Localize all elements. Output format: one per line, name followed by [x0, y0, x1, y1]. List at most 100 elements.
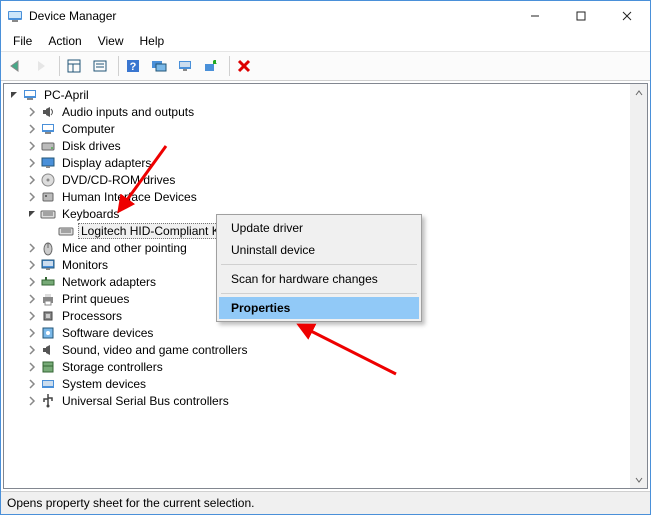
- tree-item-label: Disk drives: [60, 139, 123, 153]
- disk-icon: [40, 138, 56, 154]
- tree-item-label: PC-April: [42, 88, 91, 102]
- tree-category-computer[interactable]: Computer: [6, 120, 647, 137]
- context-menu-uninstall-device[interactable]: Uninstall device: [219, 239, 419, 261]
- tree-category-usb[interactable]: Universal Serial Bus controllers: [6, 392, 647, 409]
- tree-category-dvd[interactable]: DVD/CD-ROM drives: [6, 171, 647, 188]
- toolbar-separator: [229, 56, 230, 76]
- menubar: FileActionViewHelp: [1, 31, 650, 52]
- tree-category-sw[interactable]: Software devices: [6, 324, 647, 341]
- tree-category-disk[interactable]: Disk drives: [6, 137, 647, 154]
- menu-action[interactable]: Action: [40, 32, 89, 50]
- expander-none: [42, 223, 58, 239]
- menu-view[interactable]: View: [90, 32, 132, 50]
- statusbar: Opens property sheet for the current sel…: [1, 491, 650, 514]
- properties-icon: [92, 58, 108, 74]
- expander-closed-icon[interactable]: [24, 104, 40, 120]
- context-menu-separator: [221, 264, 417, 265]
- tree-item-label: Print queues: [60, 292, 131, 306]
- titlebar: Device Manager: [1, 1, 650, 31]
- toolbar-properties-button[interactable]: [90, 54, 114, 78]
- toolbar-help-button[interactable]: ?: [123, 54, 147, 78]
- keyboard-icon: [40, 206, 56, 222]
- toolbar-monitors-button[interactable]: [149, 54, 173, 78]
- expander-closed-icon[interactable]: [24, 189, 40, 205]
- context-menu-separator: [221, 293, 417, 294]
- computers-icon: [177, 58, 193, 74]
- tree-category-system[interactable]: System devices: [6, 375, 647, 392]
- expander-closed-icon[interactable]: [24, 291, 40, 307]
- tree-item-label: Human Interface Devices: [60, 190, 199, 204]
- expander-closed-icon[interactable]: [24, 155, 40, 171]
- tree-item-label: System devices: [60, 377, 148, 391]
- display-icon: [40, 155, 56, 171]
- toolbar-install-button[interactable]: [201, 54, 225, 78]
- tree-category-storage[interactable]: Storage controllers: [6, 358, 647, 375]
- monitor-icon: [40, 257, 56, 273]
- context-menu-label: Properties: [231, 301, 290, 315]
- tree-item-label: Universal Serial Bus controllers: [60, 394, 231, 408]
- tree-item-label: Processors: [60, 309, 124, 323]
- cpu-icon: [40, 308, 56, 324]
- context-menu-label: Uninstall device: [231, 243, 315, 257]
- expander-closed-icon[interactable]: [24, 376, 40, 392]
- context-menu-label: Scan for hardware changes: [231, 272, 378, 286]
- scrollbar[interactable]: [630, 84, 647, 488]
- tree-category-sound[interactable]: Sound, video and game controllers: [6, 341, 647, 358]
- toolbar-back-button[interactable]: [5, 54, 29, 78]
- tree-item-label: Monitors: [60, 258, 110, 272]
- tree-item-label: DVD/CD-ROM drives: [60, 173, 177, 187]
- toolbar-computers-button[interactable]: [175, 54, 199, 78]
- expander-closed-icon[interactable]: [24, 274, 40, 290]
- tree-item-label: Storage controllers: [60, 360, 165, 374]
- pc-icon: [40, 121, 56, 137]
- menu-file[interactable]: File: [5, 32, 40, 50]
- tree-category-display[interactable]: Display adapters: [6, 154, 647, 171]
- expander-closed-icon[interactable]: [24, 138, 40, 154]
- window-controls: [512, 1, 650, 31]
- toolbar-delete-button[interactable]: [234, 54, 258, 78]
- expander-closed-icon[interactable]: [24, 342, 40, 358]
- speaker-icon: [40, 104, 56, 120]
- expander-closed-icon[interactable]: [24, 325, 40, 341]
- expander-closed-icon[interactable]: [24, 308, 40, 324]
- usb-icon: [40, 393, 56, 409]
- expander-closed-icon[interactable]: [24, 359, 40, 375]
- scroll-down-button[interactable]: [630, 471, 647, 488]
- toolbar-show-panel-button[interactable]: [64, 54, 88, 78]
- tree-item-label: Mice and other pointing: [60, 241, 189, 255]
- context-menu: Update driver Uninstall device Scan for ha…: [216, 214, 422, 322]
- printer-icon: [40, 291, 56, 307]
- install-icon: [203, 58, 219, 74]
- minimize-button[interactable]: [512, 1, 558, 31]
- tree-category-hid[interactable]: Human Interface Devices: [6, 188, 647, 205]
- maximize-button[interactable]: [558, 1, 604, 31]
- tree-item-label: Computer: [60, 122, 117, 136]
- expander-closed-icon[interactable]: [24, 240, 40, 256]
- close-button[interactable]: [604, 1, 650, 31]
- tree-item-label: Sound, video and game controllers: [60, 343, 249, 357]
- scroll-up-button[interactable]: [630, 84, 647, 101]
- expander-closed-icon[interactable]: [24, 172, 40, 188]
- context-menu-scan-for-hardware-changes[interactable]: Scan for hardware changes: [219, 268, 419, 290]
- expander-open-icon[interactable]: [6, 87, 22, 103]
- content-area: PC-April Audio inputs and outputs Compute…: [1, 81, 650, 491]
- tree-root[interactable]: PC-April: [6, 86, 647, 103]
- expander-closed-icon[interactable]: [24, 257, 40, 273]
- tree-item-label: Audio inputs and outputs: [60, 105, 196, 119]
- toolbar-separator: [118, 56, 119, 76]
- window: Device Manager FileActionViewHelp ? PC-A…: [0, 0, 651, 515]
- storage-icon: [40, 359, 56, 375]
- menu-help[interactable]: Help: [132, 32, 173, 50]
- toolbar-forward-button: [31, 54, 55, 78]
- status-text: Opens property sheet for the current sel…: [7, 496, 254, 510]
- context-menu-properties[interactable]: Properties: [219, 297, 419, 319]
- tree-category-audio[interactable]: Audio inputs and outputs: [6, 103, 647, 120]
- context-menu-label: Update driver: [231, 221, 303, 235]
- software-icon: [40, 325, 56, 341]
- expander-open-icon[interactable]: [24, 206, 40, 222]
- expander-closed-icon[interactable]: [24, 121, 40, 137]
- context-menu-update-driver[interactable]: Update driver: [219, 217, 419, 239]
- expander-closed-icon[interactable]: [24, 393, 40, 409]
- tree-item-label: Software devices: [60, 326, 155, 340]
- mouse-icon: [40, 240, 56, 256]
